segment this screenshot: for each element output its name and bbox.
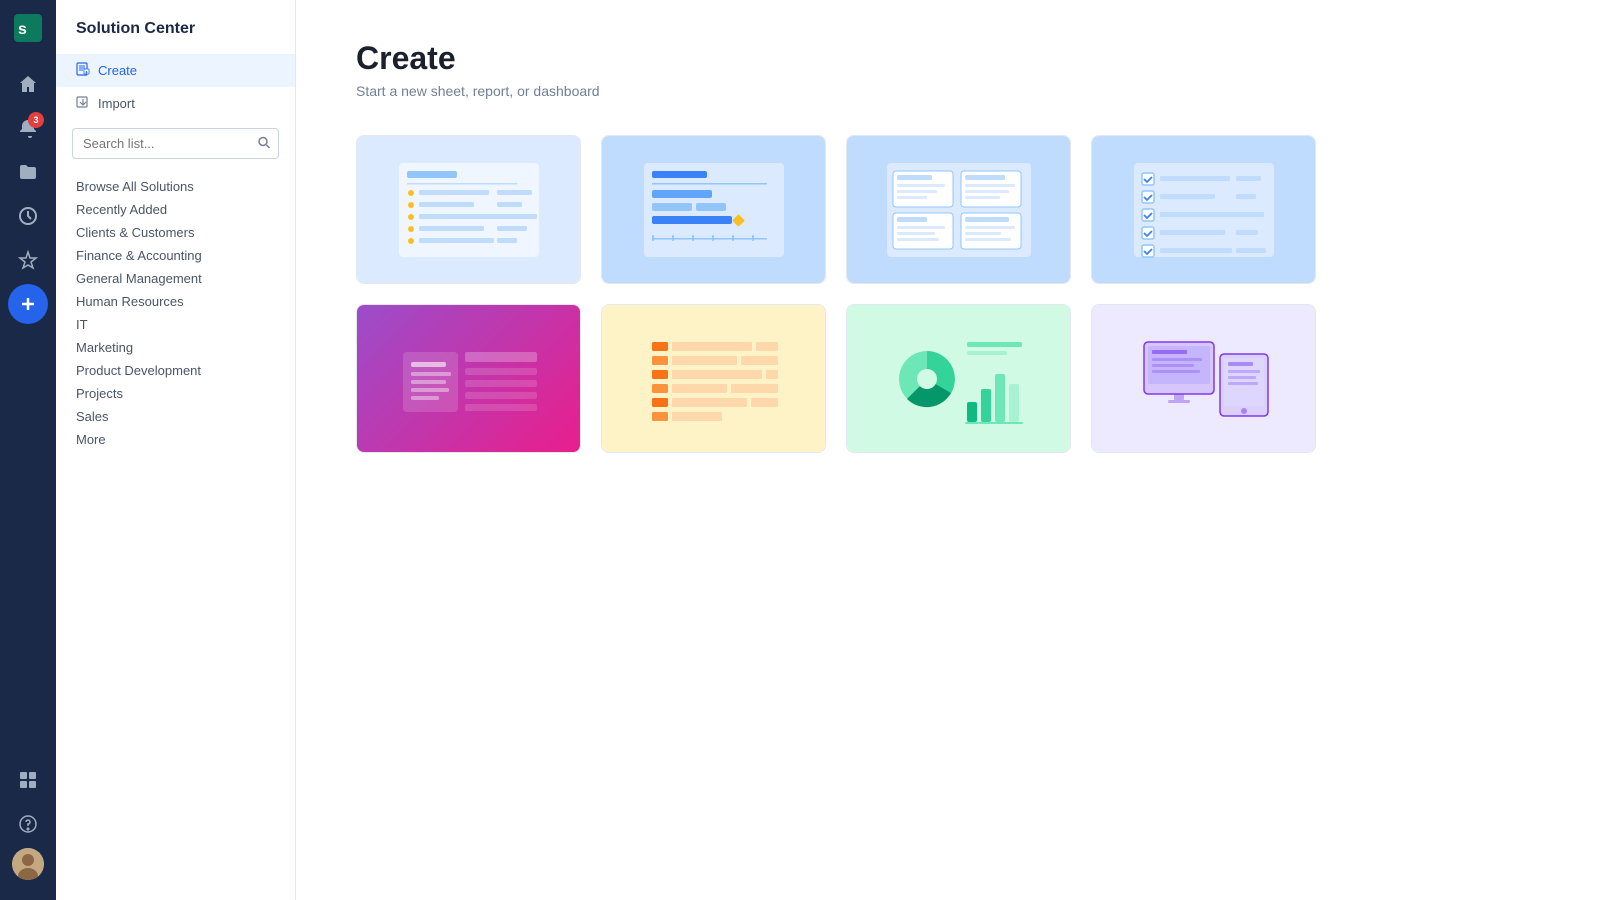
dashboard-card-label: Dashboard/Portal bbox=[847, 452, 1070, 453]
report-card-label: Report bbox=[602, 452, 825, 453]
sidebar-title: Solution Center bbox=[56, 20, 295, 54]
create-nav-icon[interactable] bbox=[8, 284, 48, 324]
grid-card-label: Grid bbox=[357, 283, 580, 284]
report-card[interactable]: Report bbox=[601, 304, 826, 453]
clock-nav-icon[interactable] bbox=[8, 196, 48, 236]
project-card[interactable]: Project bbox=[601, 135, 826, 284]
sidebar-marketing[interactable]: Marketing bbox=[56, 336, 295, 359]
star-nav-icon[interactable] bbox=[8, 240, 48, 280]
sidebar: Solution Center Create Import bbox=[56, 0, 296, 900]
sidebar-it[interactable]: IT bbox=[56, 313, 295, 336]
import-item-icon bbox=[76, 95, 90, 112]
form-card[interactable]: Form bbox=[356, 304, 581, 453]
report-card-image bbox=[602, 305, 825, 452]
cards-card-label: Cards bbox=[847, 283, 1070, 284]
create-item-icon bbox=[76, 62, 90, 79]
form-card-label: Form bbox=[357, 452, 580, 453]
tasklist-card-image bbox=[1092, 136, 1315, 283]
project-card-image bbox=[602, 136, 825, 283]
import-label: Import bbox=[98, 96, 135, 111]
dashboard-card[interactable]: Dashboard/Portal bbox=[846, 304, 1071, 453]
sidebar-projects[interactable]: Projects bbox=[56, 382, 295, 405]
page-subtitle: Start a new sheet, report, or dashboard bbox=[356, 83, 1540, 99]
tasklist-card-label: Task List bbox=[1092, 283, 1315, 284]
bell-nav-icon[interactable]: 3 bbox=[8, 108, 48, 148]
cards-grid: Grid bbox=[356, 135, 1316, 453]
svg-text:s: s bbox=[18, 21, 27, 38]
project-card-label: Project bbox=[602, 283, 825, 284]
sidebar-item-import[interactable]: Import bbox=[56, 87, 295, 120]
sidebar-recently-added[interactable]: Recently Added bbox=[56, 198, 295, 221]
help-nav-icon[interactable] bbox=[8, 804, 48, 844]
search-box bbox=[72, 128, 279, 159]
grid-card-image bbox=[357, 136, 580, 283]
home-nav-icon[interactable] bbox=[8, 64, 48, 104]
folder-nav-icon[interactable] bbox=[8, 152, 48, 192]
dashboard-card-image bbox=[847, 305, 1070, 452]
sidebar-human-resources[interactable]: Human Resources bbox=[56, 290, 295, 313]
notification-badge: 3 bbox=[28, 112, 44, 128]
workapps-card-image bbox=[1092, 305, 1315, 452]
search-input[interactable] bbox=[72, 128, 279, 159]
page-title: Create bbox=[356, 40, 1540, 77]
sidebar-item-create[interactable]: Create bbox=[56, 54, 295, 87]
create-label: Create bbox=[98, 63, 137, 78]
sidebar-sales[interactable]: Sales bbox=[56, 405, 295, 428]
search-icon[interactable] bbox=[257, 135, 271, 152]
nav-bar: s 3 bbox=[0, 0, 56, 900]
form-card-image bbox=[357, 305, 580, 452]
sidebar-finance-accounting[interactable]: Finance & Accounting bbox=[56, 244, 295, 267]
sidebar-general-management[interactable]: General Management bbox=[56, 267, 295, 290]
sidebar-clients-customers[interactable]: Clients & Customers bbox=[56, 221, 295, 244]
user-avatar[interactable] bbox=[12, 848, 44, 880]
main-content: Create Start a new sheet, report, or das… bbox=[296, 0, 1600, 900]
sidebar-more[interactable]: More bbox=[56, 428, 295, 451]
workapps-card[interactable]: WorkApps bbox=[1091, 304, 1316, 453]
tasklist-card[interactable]: Task List bbox=[1091, 135, 1316, 284]
workapps-card-label: WorkApps bbox=[1092, 452, 1315, 453]
sidebar-browse-all[interactable]: Browse All Solutions bbox=[56, 175, 295, 198]
grid-nav-icon[interactable] bbox=[8, 760, 48, 800]
app-logo: s bbox=[12, 12, 44, 44]
grid-card[interactable]: Grid bbox=[356, 135, 581, 284]
sidebar-product-development[interactable]: Product Development bbox=[56, 359, 295, 382]
cards-card-image bbox=[847, 136, 1070, 283]
cards-card[interactable]: Cards bbox=[846, 135, 1071, 284]
